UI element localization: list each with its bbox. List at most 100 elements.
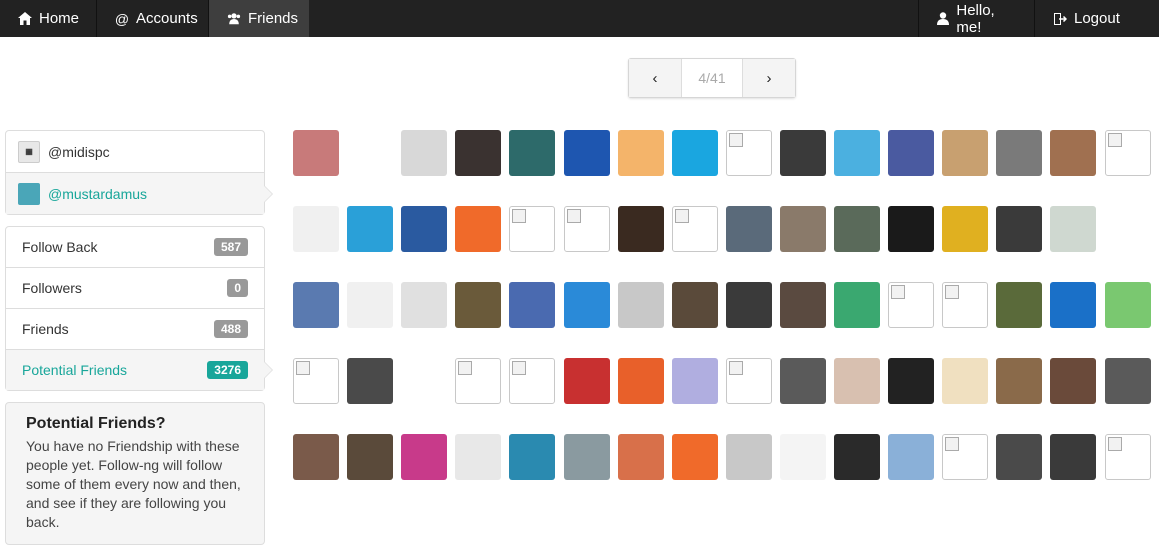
user-avatar[interactable] [509,282,555,328]
pagination: ‹ 4/41 › [628,58,796,98]
user-avatar[interactable] [618,282,664,328]
account-midispc[interactable]: ▦ @midispc [6,131,264,172]
user-avatar[interactable] [996,358,1042,404]
user-avatar[interactable] [834,130,880,176]
user-avatar[interactable] [509,130,555,176]
filter-potential-friends[interactable]: Potential Friends 3276 [6,349,273,390]
filter-follow-back[interactable]: Follow Back 587 [6,227,264,267]
user-avatar[interactable] [293,358,339,404]
user-avatar[interactable] [401,130,447,176]
user-avatar[interactable] [564,130,610,176]
user-avatar[interactable] [455,130,501,176]
user-avatar[interactable] [347,434,393,480]
user-avatar[interactable] [509,358,555,404]
user-avatar[interactable] [672,206,718,252]
filter-friends[interactable]: Friends 488 [6,308,264,349]
user-avatar[interactable] [780,130,826,176]
user-avatar[interactable] [1050,434,1096,480]
user-avatar[interactable] [780,358,826,404]
user-avatar[interactable] [726,130,772,176]
user-avatar[interactable] [564,282,610,328]
user-avatar[interactable] [455,282,501,328]
user-avatar[interactable] [293,130,339,176]
filter-label: Potential Friends [22,362,128,378]
user-avatar[interactable] [1050,282,1096,328]
count-badge: 587 [213,238,248,256]
user-avatar[interactable] [726,434,772,480]
user-avatar[interactable] [1105,206,1151,252]
nav-accounts[interactable]: @ Accounts [97,0,209,37]
user-avatar[interactable] [672,434,718,480]
user-avatar[interactable] [455,206,501,252]
account-mustardamus[interactable]: @mustardamus [6,172,273,214]
user-avatar[interactable] [726,282,772,328]
user-avatar[interactable] [834,358,880,404]
user-avatar[interactable] [942,434,988,480]
user-avatar[interactable] [726,206,772,252]
user-avatar[interactable] [455,434,501,480]
user-avatar[interactable] [618,434,664,480]
user-avatar[interactable] [1105,358,1151,404]
user-avatar[interactable] [401,282,447,328]
user-avatar[interactable] [996,434,1042,480]
user-avatar[interactable] [780,206,826,252]
user-avatar[interactable] [618,358,664,404]
user-avatar[interactable] [942,282,988,328]
user-avatar[interactable] [293,434,339,480]
user-avatar[interactable] [672,130,718,176]
user-avatar[interactable] [834,434,880,480]
user-avatar[interactable] [1105,130,1151,176]
nav-friends[interactable]: Friends [209,0,309,37]
user-avatar[interactable] [942,206,988,252]
user-avatar[interactable] [401,358,447,404]
user-avatar[interactable] [888,434,934,480]
user-avatar[interactable] [1050,358,1096,404]
user-avatar[interactable] [996,206,1042,252]
user-avatar[interactable] [293,282,339,328]
page-indicator: 4/41 [698,70,726,86]
user-avatar[interactable] [618,206,664,252]
home-icon [18,12,32,26]
user-avatar[interactable] [996,130,1042,176]
user-avatar[interactable] [996,282,1042,328]
user-avatar[interactable] [942,130,988,176]
user-avatar[interactable] [293,206,339,252]
user-avatar[interactable] [780,282,826,328]
user-avatar[interactable] [347,282,393,328]
user-avatar[interactable] [564,434,610,480]
user-avatar[interactable] [347,358,393,404]
user-avatar[interactable] [509,206,555,252]
user-avatar[interactable] [509,434,555,480]
nav-home[interactable]: Home [0,0,97,37]
user-avatar[interactable] [888,206,934,252]
user-avatar[interactable] [1105,282,1151,328]
user-avatar[interactable] [888,282,934,328]
user-avatar[interactable] [888,358,934,404]
user-avatar[interactable] [347,206,393,252]
user-avatar[interactable] [401,434,447,480]
user-avatar[interactable] [1050,130,1096,176]
user-avatar[interactable] [618,130,664,176]
filter-label: Friends [22,321,69,337]
user-avatar[interactable] [726,358,772,404]
prev-page-button[interactable]: ‹ [629,59,682,97]
user-avatar[interactable] [455,358,501,404]
user-avatar[interactable] [347,130,393,176]
user-avatar[interactable] [834,282,880,328]
user-avatar[interactable] [672,358,718,404]
next-page-button[interactable]: › [742,59,795,97]
nav-logout[interactable]: Logout [1034,0,1159,37]
user-avatar[interactable] [564,206,610,252]
user-avatar[interactable] [401,206,447,252]
user-avatar[interactable] [888,130,934,176]
at-icon: @ [114,10,130,27]
filter-followers[interactable]: Followers 0 [6,267,264,308]
user-avatar[interactable] [942,358,988,404]
user-avatar[interactable] [1105,434,1151,480]
user-avatar[interactable] [1050,206,1096,252]
user-avatar[interactable] [780,434,826,480]
nav-user[interactable]: Hello, me! [918,0,1034,37]
user-avatar[interactable] [564,358,610,404]
user-avatar[interactable] [672,282,718,328]
user-avatar[interactable] [834,206,880,252]
